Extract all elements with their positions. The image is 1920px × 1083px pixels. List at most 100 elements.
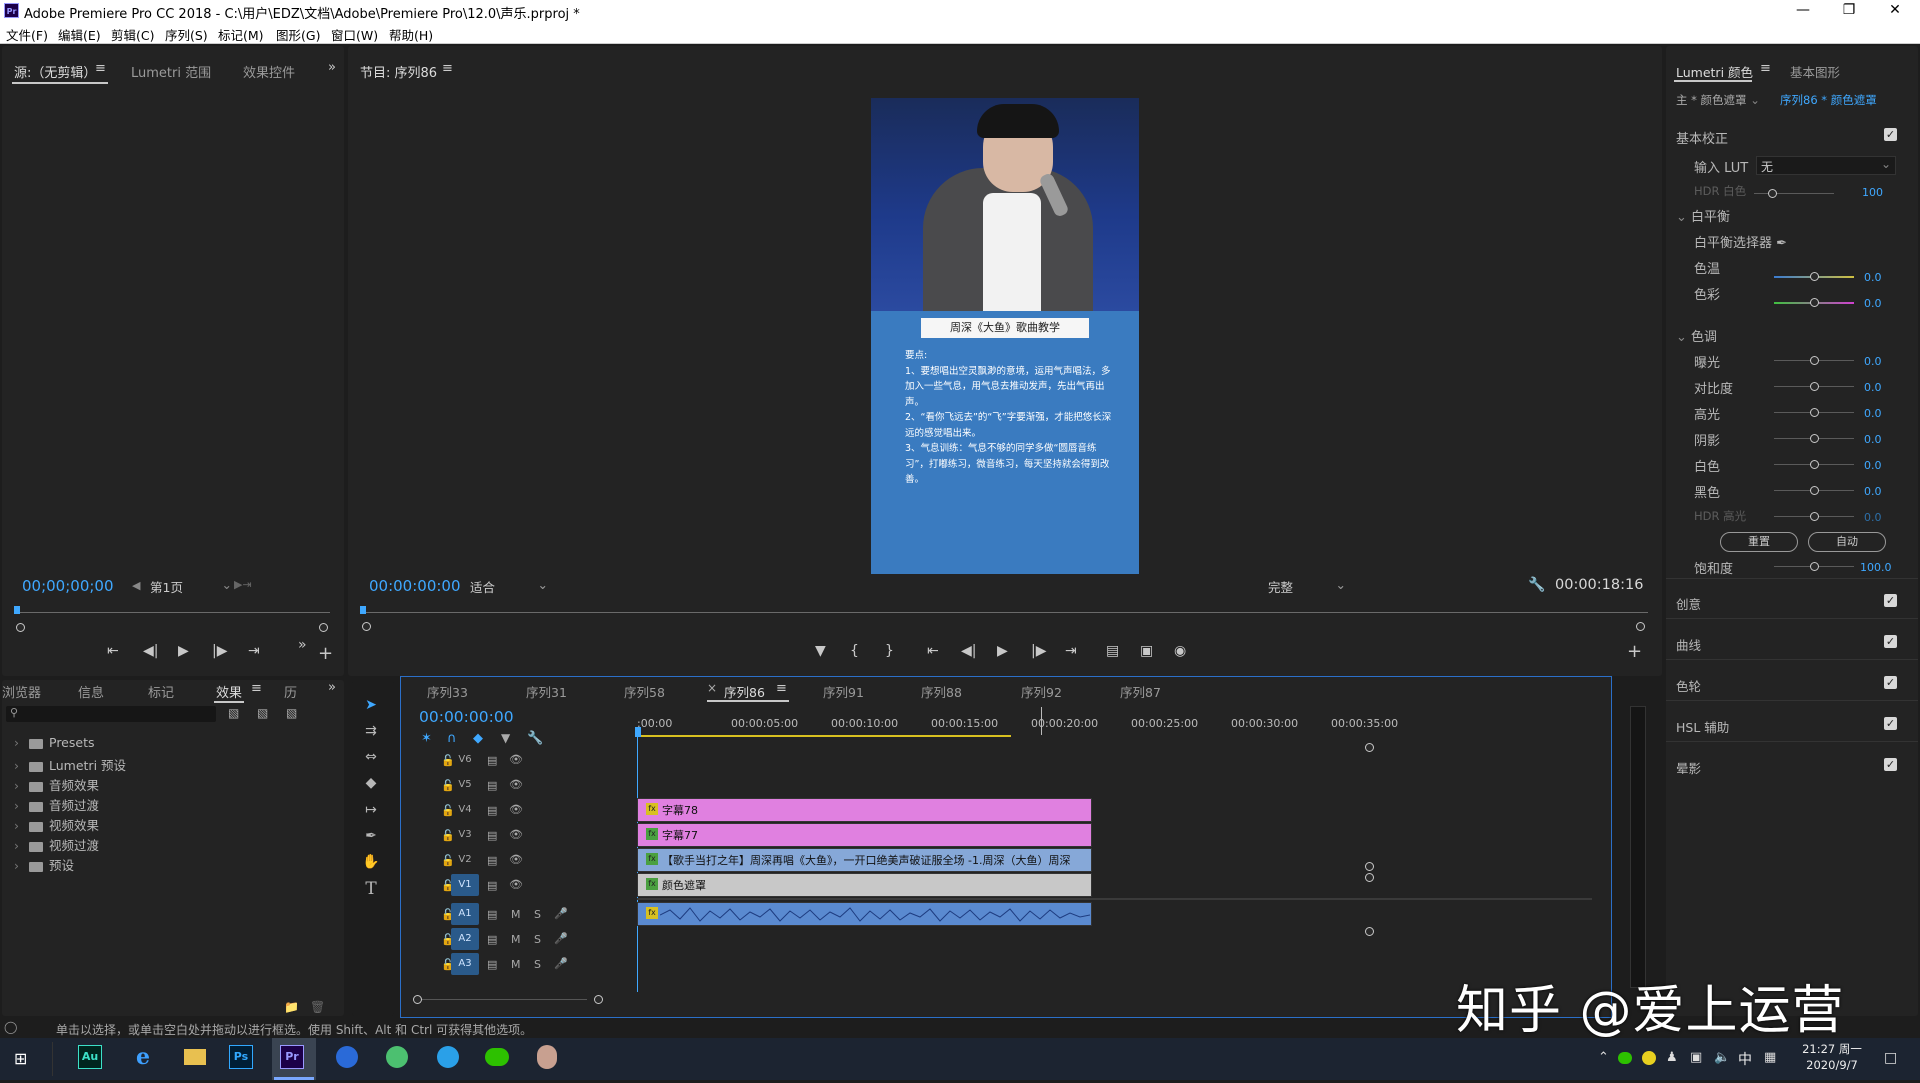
- sync-lock-icon[interactable]: ▤: [487, 779, 497, 792]
- solo-button[interactable]: S: [534, 933, 541, 946]
- playhead[interactable]: [635, 727, 641, 737]
- wrench-icon[interactable]: 🔧: [1528, 577, 1545, 593]
- reset-button[interactable]: 重置: [1720, 532, 1798, 552]
- zoom-handle-right[interactable]: [1636, 622, 1645, 631]
- tab-sequence[interactable]: 序列87: [1120, 682, 1161, 701]
- tab-effects[interactable]: 效果: [216, 682, 242, 701]
- tone-value[interactable]: 0.0: [1864, 355, 1882, 368]
- wb-selector[interactable]: 白平衡选择器 ✒: [1694, 232, 1787, 251]
- clip-audio[interactable]: fx: [637, 902, 1092, 926]
- razor-tool-icon[interactable]: ◆: [360, 772, 382, 794]
- minimize-icon[interactable]: —: [1780, 0, 1826, 22]
- auto-button[interactable]: 自动: [1808, 532, 1886, 552]
- sync-lock-icon[interactable]: ▤: [487, 933, 497, 946]
- microphone-icon[interactable]: 🎤: [554, 907, 568, 920]
- tab-sequence[interactable]: 序列91: [823, 682, 864, 701]
- go-to-out-icon[interactable]: ⇥: [248, 643, 260, 659]
- tray-user-icon[interactable]: ♟: [1666, 1050, 1678, 1065]
- menu-graphics[interactable]: 图形(G): [276, 25, 320, 44]
- section-checkbox[interactable]: ✓: [1884, 635, 1897, 648]
- close-tab-icon[interactable]: ×: [707, 681, 717, 695]
- tree-item[interactable]: › Lumetri 预设: [14, 755, 126, 774]
- v-zoom-handle[interactable]: [1365, 873, 1374, 882]
- accelerated-effects-icon[interactable]: ▧: [228, 706, 239, 720]
- mark-out-icon[interactable]: }: [885, 643, 894, 659]
- step-back-icon[interactable]: ◀|: [143, 643, 158, 659]
- premiere-app-icon[interactable]: Pr: [280, 1045, 304, 1069]
- panel-menu-icon[interactable]: ≡: [251, 681, 262, 696]
- tab-lumetri-color[interactable]: Lumetri 颜色: [1676, 62, 1753, 81]
- sync-lock-icon[interactable]: ▤: [487, 804, 497, 817]
- slider-knob[interactable]: [1810, 356, 1819, 365]
- eye-icon[interactable]: 👁: [509, 753, 523, 766]
- work-area-bar[interactable]: [637, 735, 1011, 737]
- program-preview[interactable]: 周深《大鱼》歌曲教学 要点: 1、要想唱出空灵飘渺的意境，运用气声唱法，多加入一…: [871, 98, 1139, 574]
- section-creative[interactable]: 创意: [1676, 594, 1701, 613]
- fit-select[interactable]: 适合 ⌄: [470, 577, 548, 595]
- track-select-tool-icon[interactable]: ⇉: [360, 720, 382, 742]
- photoshop-app-icon[interactable]: Ps: [229, 1045, 253, 1069]
- slider-knob[interactable]: [1810, 272, 1819, 281]
- panel-menu-icon[interactable]: ≡: [776, 681, 787, 696]
- source-playhead[interactable]: [14, 606, 20, 614]
- section-hsl-secondary[interactable]: HSL 辅助: [1676, 717, 1729, 736]
- tab-browser[interactable]: 浏览器: [2, 682, 41, 701]
- yuv-effects-icon[interactable]: ▧: [286, 706, 297, 720]
- export-frame-icon[interactable]: ◉: [1174, 643, 1186, 659]
- 32bit-effects-icon[interactable]: ▧: [257, 706, 268, 720]
- tab-sequence[interactable]: 序列33: [427, 682, 468, 701]
- wechat-app-icon[interactable]: [480, 1040, 514, 1074]
- saturation-value[interactable]: 100.0: [1860, 561, 1892, 574]
- slider-knob[interactable]: [1810, 408, 1819, 417]
- go-to-in-icon[interactable]: ⇤: [107, 643, 119, 659]
- hdr-white-slider[interactable]: [1754, 193, 1834, 194]
- track-label[interactable]: A3: [451, 953, 479, 975]
- step-forward-icon[interactable]: |▶: [212, 643, 227, 659]
- section-checkbox[interactable]: ✓: [1884, 758, 1897, 771]
- slider-knob[interactable]: [1810, 562, 1819, 571]
- section-white-balance[interactable]: ⌄ 白平衡: [1676, 206, 1730, 225]
- eye-icon[interactable]: 👁: [509, 803, 523, 816]
- add-button-icon[interactable]: +: [318, 643, 333, 664]
- more-panels-icon[interactable]: »: [328, 60, 336, 75]
- clip-color-matte[interactable]: fx 颜色遮罩: [637, 873, 1092, 897]
- file-explorer-icon[interactable]: [178, 1040, 212, 1074]
- tab-essential-graphics[interactable]: 基本图形: [1790, 62, 1840, 81]
- tray-app-icon[interactable]: [1642, 1051, 1656, 1065]
- tree-item[interactable]: › 预设: [14, 855, 74, 874]
- zoom-handle-left[interactable]: [362, 622, 371, 631]
- add-marker-icon[interactable]: ▼: [501, 731, 510, 745]
- tone-value[interactable]: 0.0: [1864, 511, 1882, 524]
- trash-icon[interactable]: 🗑: [310, 1000, 325, 1014]
- tab-markers[interactable]: 标记: [148, 682, 174, 701]
- play-icon[interactable]: ▶: [997, 643, 1008, 659]
- timeline-timecode[interactable]: 00:00:00:00: [419, 708, 514, 726]
- hdr-white-value[interactable]: 100: [1862, 186, 1883, 199]
- effects-search-input[interactable]: ⚲: [6, 706, 216, 722]
- add-marker-icon[interactable]: ▼: [815, 643, 826, 659]
- snap-icon[interactable]: ∩: [447, 731, 457, 746]
- volume-icon[interactable]: 🔈: [1714, 1050, 1730, 1065]
- timeline-hscroll[interactable]: [417, 999, 587, 1000]
- menu-sequence[interactable]: 序列(S): [165, 25, 208, 44]
- sync-lock-icon[interactable]: ▤: [487, 879, 497, 892]
- tab-sequence[interactable]: 序列58: [624, 682, 665, 701]
- eye-icon[interactable]: 👁: [509, 778, 523, 791]
- mark-in-icon[interactable]: {: [850, 643, 859, 659]
- sync-lock-icon[interactable]: ▤: [487, 854, 497, 867]
- av-divider[interactable]: [637, 898, 1592, 900]
- tree-item[interactable]: › Presets: [14, 735, 95, 750]
- tab-sequence-active[interactable]: 序列86: [724, 682, 765, 701]
- temp-value[interactable]: 0.0: [1864, 271, 1882, 284]
- panel-menu-icon[interactable]: ≡: [442, 61, 453, 76]
- tone-value[interactable]: 0.0: [1864, 381, 1882, 394]
- menu-clip[interactable]: 剪辑(C): [111, 25, 154, 44]
- program-playhead[interactable]: [360, 606, 366, 614]
- selection-tool-icon[interactable]: ➤: [360, 694, 382, 716]
- eye-icon[interactable]: 👁: [509, 853, 523, 866]
- slider-knob[interactable]: [1810, 382, 1819, 391]
- section-color-wheels[interactable]: 色轮: [1676, 676, 1701, 695]
- source-scrubber[interactable]: [18, 612, 330, 613]
- sync-lock-icon[interactable]: ▤: [487, 908, 497, 921]
- more-panels-icon[interactable]: »: [328, 680, 336, 695]
